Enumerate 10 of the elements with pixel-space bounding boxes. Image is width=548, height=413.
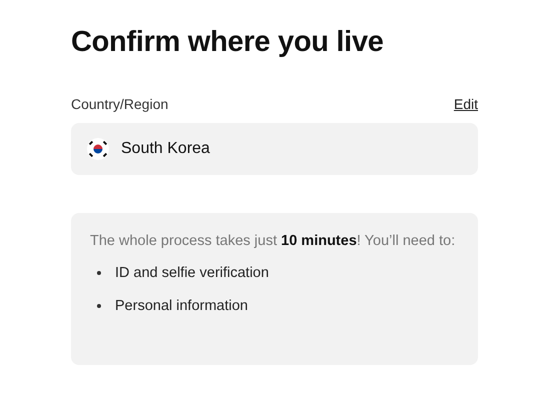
field-label: Country/Region	[71, 96, 168, 112]
list-item: Personal information	[115, 298, 248, 314]
page-title: Confirm where you live	[71, 25, 384, 60]
edit-link[interactable]: Edit	[454, 96, 478, 112]
bullet-icon	[97, 304, 101, 308]
list-item: ID and selfie verification	[115, 265, 269, 281]
bullet-icon	[97, 271, 101, 275]
country-name: South Korea	[121, 140, 210, 158]
info-text: The whole process takes just 10 minutes! You’ll need to:	[90, 232, 456, 251]
flag-icon	[87, 138, 109, 160]
